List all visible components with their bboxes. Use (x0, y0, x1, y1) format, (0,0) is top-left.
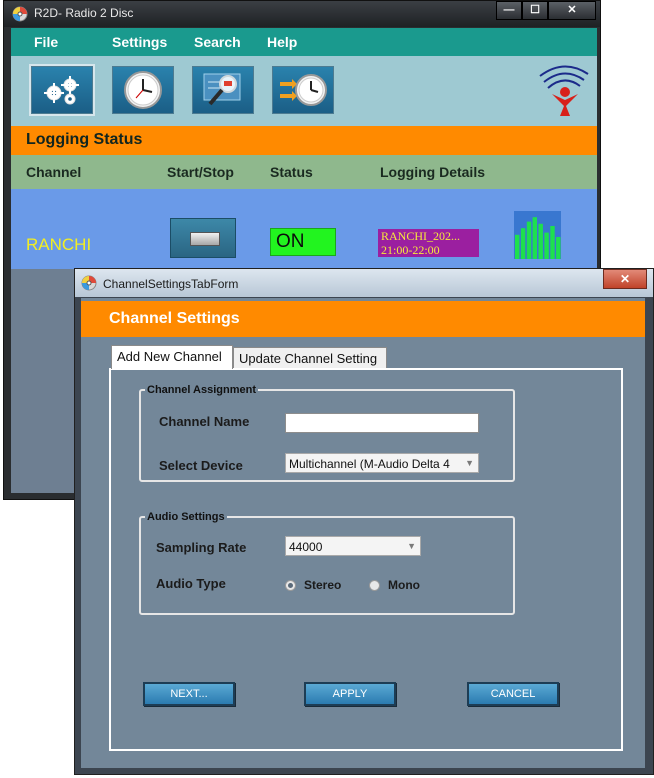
col-status: Status (270, 164, 313, 180)
column-header-row: Channel Start/Stop Status Logging Detail… (11, 155, 597, 189)
logging-status-label: Logging Status (26, 131, 143, 148)
apply-button[interactable]: APPLY (304, 682, 396, 706)
channel-settings-dialog: ChannelSettingsTabForm ✕ Channel Setting… (74, 268, 654, 775)
radio-stereo-label: Stereo (304, 578, 342, 592)
audio-settings-group: Audio Settings (139, 511, 515, 615)
magnifier-icon (203, 73, 241, 106)
gears-icon (44, 76, 79, 105)
menu-settings[interactable]: Settings (112, 34, 167, 50)
channel-settings-title: Channel Settings (109, 310, 240, 327)
radio-dot (369, 579, 380, 591)
channel-assignment-legend: Channel Assignment (147, 384, 256, 396)
col-logging-details: Logging Details (380, 164, 485, 180)
logging-details: RANCHI_202... 21:00-22:00 (378, 229, 479, 257)
radio-stereo[interactable]: Stereo (285, 578, 341, 592)
level-bar (556, 237, 561, 259)
radio-dot-selected (285, 579, 296, 591)
disc-app-icon (12, 6, 28, 22)
menu-help[interactable]: Help (267, 34, 297, 50)
level-bar (550, 226, 555, 259)
arrows-clock-icon (280, 74, 327, 106)
chevron-down-icon: ▼ (465, 458, 474, 468)
menu-bar: File Settings Search Help (11, 28, 597, 56)
level-bar (544, 232, 549, 259)
chevron-down-icon: ▼ (407, 541, 416, 551)
level-bar (526, 221, 532, 259)
window-title: R2D- Radio 2 Disc (34, 6, 134, 20)
clock-icon (124, 71, 162, 109)
clock-tool-button[interactable] (112, 66, 174, 114)
start-stop-button[interactable] (170, 218, 236, 258)
toolbar (11, 56, 597, 126)
dialog-close-button[interactable]: ✕ (603, 269, 647, 289)
dialog-client-area: Channel Settings Add New Channel Update … (81, 298, 645, 768)
level-bar (515, 234, 520, 259)
logging-details-file: RANCHI_202... (381, 229, 461, 243)
status-text: ON (276, 231, 305, 252)
col-start-stop: Start/Stop (167, 164, 234, 180)
sampling-rate-dropdown[interactable]: 44000 ▼ (285, 536, 421, 556)
radio-mono[interactable]: Mono (369, 578, 420, 592)
col-channel: Channel (26, 164, 82, 180)
main-titlebar[interactable]: R2D- Radio 2 Disc — ☐ ✕ (4, 1, 600, 27)
audio-settings-legend: Audio Settings (147, 511, 225, 523)
brand-logo-icon (539, 65, 589, 116)
next-button[interactable]: NEXT... (143, 682, 235, 706)
maximize-button[interactable]: ☐ (522, 1, 548, 20)
disc-app-icon (81, 275, 97, 291)
channel-name: RANCHI (26, 235, 92, 254)
status-indicator: ON (270, 228, 336, 256)
cancel-button[interactable]: CANCEL (467, 682, 559, 706)
logging-status-header: Logging Status (11, 126, 597, 155)
minimize-button[interactable]: — (496, 1, 522, 20)
close-button[interactable]: ✕ (548, 1, 596, 20)
search-tool-button[interactable] (192, 66, 254, 114)
menu-search[interactable]: Search (194, 34, 241, 50)
menu-file[interactable]: File (34, 34, 58, 50)
dialog-title: ChannelSettingsTabForm (103, 277, 239, 291)
level-bar (532, 217, 537, 259)
tab-panel: Channel Assignment Channel Name Select D… (109, 368, 623, 751)
select-device-label: Select Device (159, 458, 243, 473)
channel-settings-banner: Channel Settings (81, 301, 645, 337)
schedule-tool-button[interactable] (272, 66, 334, 114)
sampling-rate-label: Sampling Rate (156, 540, 247, 555)
channel-name-input[interactable] (285, 413, 479, 433)
dialog-titlebar[interactable]: ChannelSettingsTabForm ✕ (75, 269, 653, 297)
channel-row: RANCHI ON RANCHI_202... 21:00-22:00 (11, 189, 597, 269)
audio-type-label: Audio Type (156, 576, 226, 591)
settings-tool-button[interactable] (29, 64, 95, 116)
audio-level-meter-icon (514, 211, 561, 259)
tab-add-new-channel[interactable]: Add New Channel (111, 345, 233, 369)
select-device-dropdown[interactable]: Multichannel (M-Audio Delta 4 ▼ (285, 453, 479, 473)
logging-details-time: 21:00-22:00 (381, 243, 440, 257)
channel-name-label: Channel Name (159, 414, 250, 429)
level-bar (520, 228, 526, 259)
level-bar (538, 223, 543, 259)
select-device-value: Multichannel (M-Audio Delta 4 (289, 457, 450, 471)
radio-mono-label: Mono (388, 578, 420, 592)
tab-update-channel-setting[interactable]: Update Channel Setting (233, 347, 387, 369)
sampling-rate-value: 44000 (289, 540, 323, 554)
